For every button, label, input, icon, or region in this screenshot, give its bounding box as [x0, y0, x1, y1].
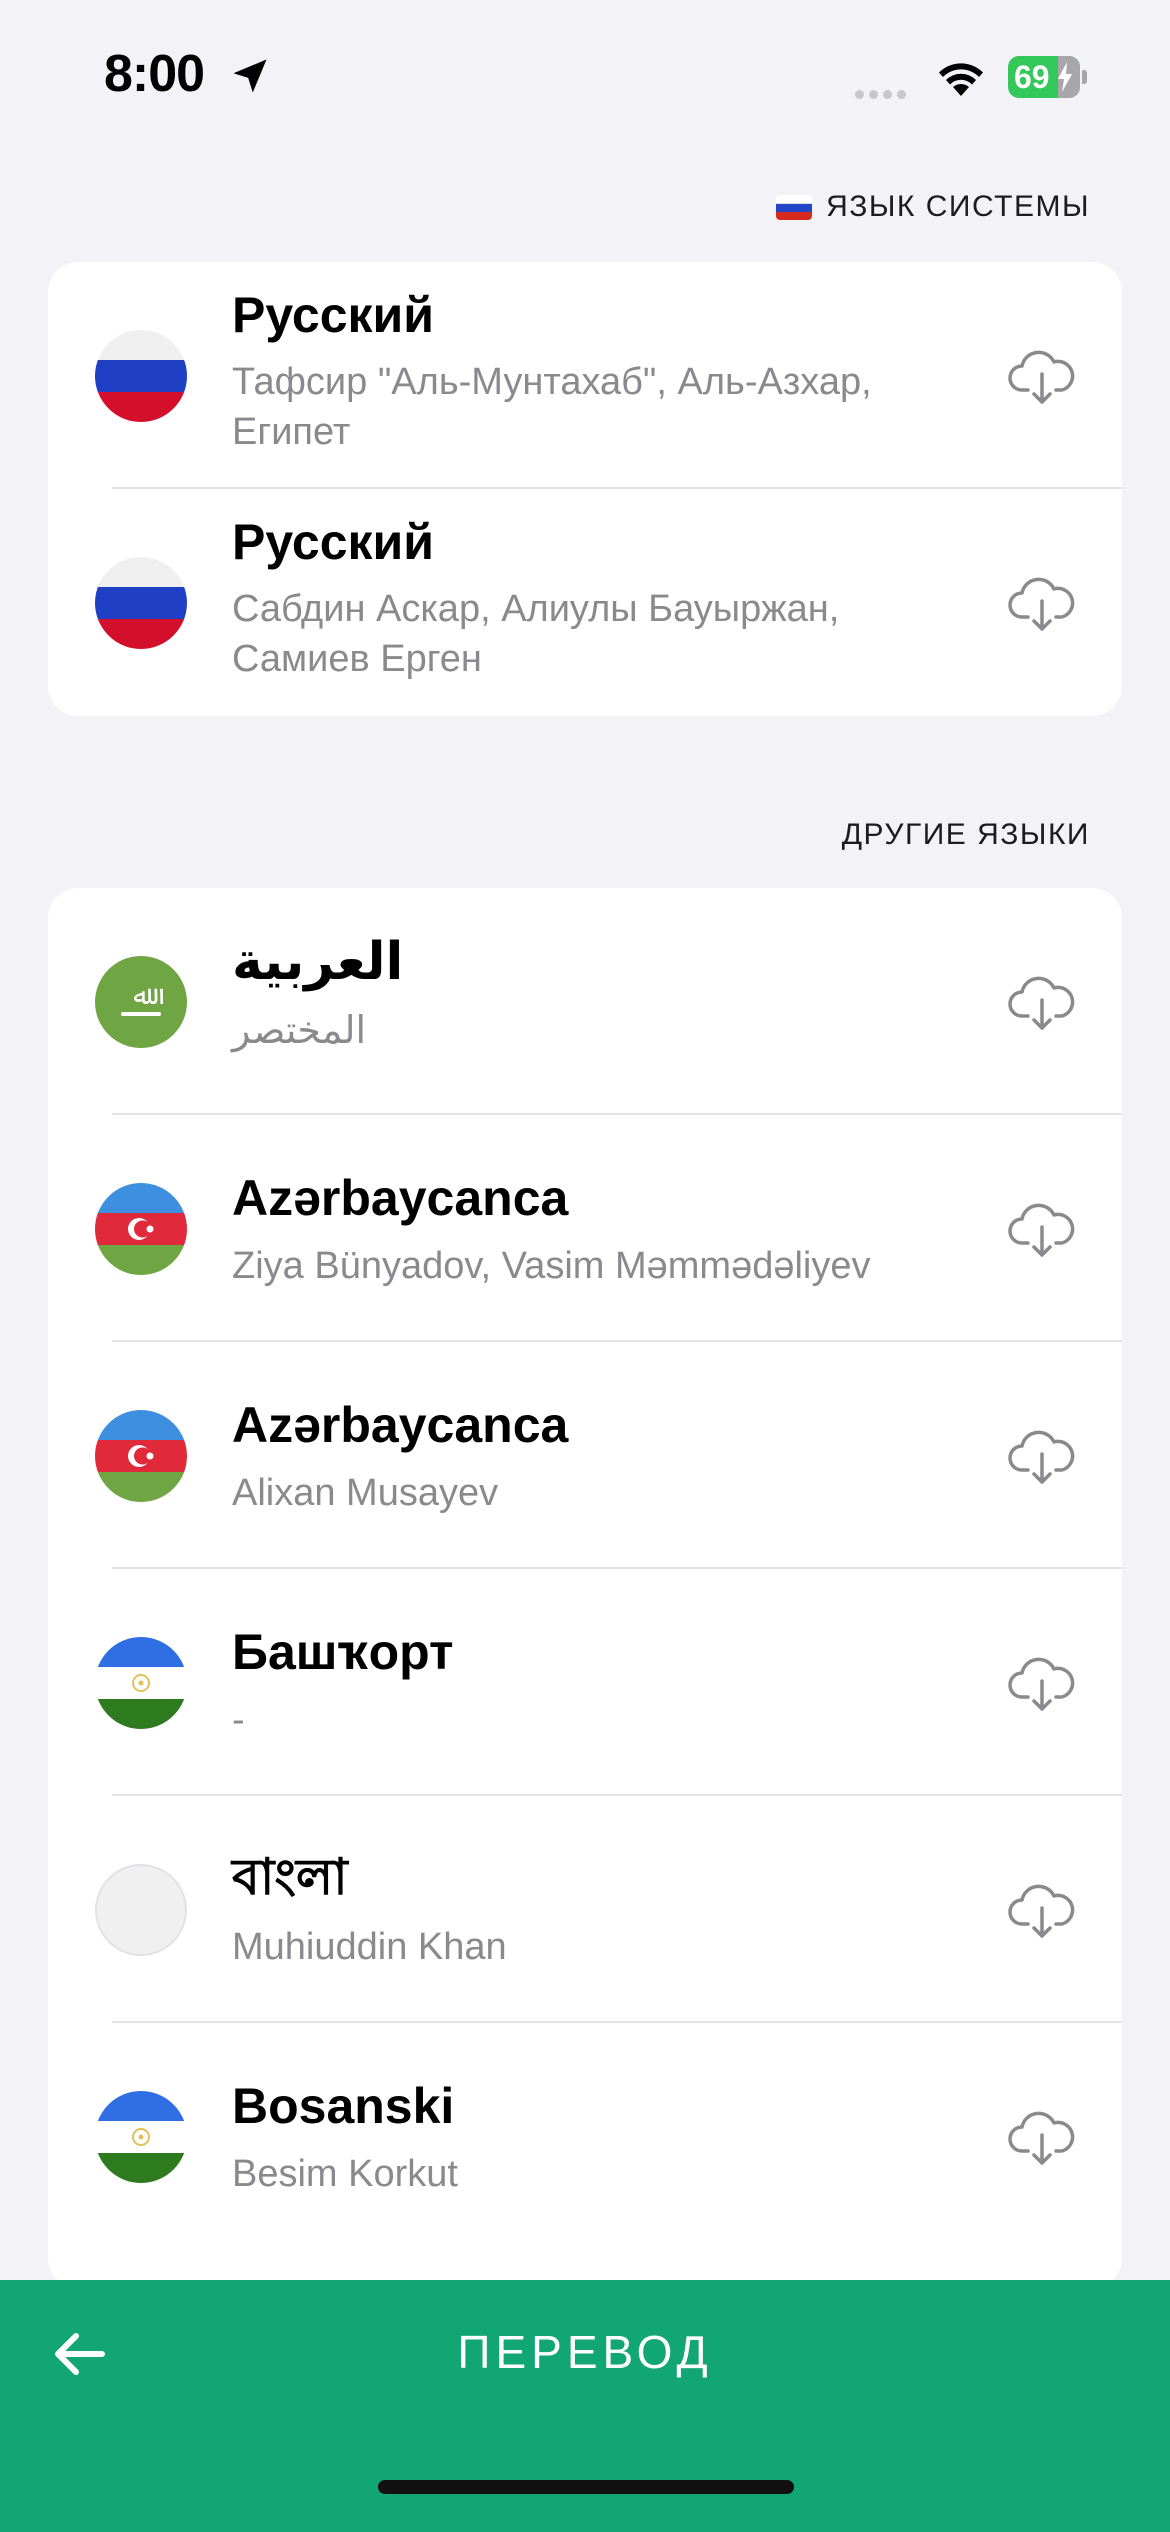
language-title: Русский	[232, 514, 435, 570]
language-title: Azərbaycanca	[232, 1170, 569, 1226]
kurai-flower-icon	[132, 2128, 150, 2146]
language-row[interactable]: Bosanski Besim Korkut	[48, 2023, 1122, 2250]
cloud-download-icon[interactable]	[1008, 1653, 1076, 1713]
other-languages-list: ﷲ العربية المختصر Azərbaycanca Ziya Büny…	[48, 888, 1122, 2288]
home-indicator[interactable]	[378, 2480, 794, 2494]
battery-level: 69	[1014, 59, 1050, 95]
language-title: Башҡорт	[232, 1624, 454, 1680]
translation-authors: Alixan Musayev	[232, 1472, 499, 1514]
translation-authors: -	[232, 1699, 245, 1741]
other-languages-label: ДРУГИЕ ЯЗЫКИ	[841, 818, 1090, 851]
crescent-star-icon	[128, 1218, 154, 1240]
az-flag-icon	[95, 1183, 187, 1275]
arabic-flag-icon: ﷲ	[95, 956, 187, 1048]
az-flag-icon	[95, 1410, 187, 1502]
system-language-list: Русский Тафсир "Аль-Мунтахаб", Аль-Азхар…	[48, 262, 1122, 716]
language-row[interactable]: Azərbaycanca Alixan Musayev	[48, 1342, 1122, 1569]
emblem-icon: ﷲ	[121, 981, 163, 1016]
ru-flag-icon	[95, 557, 187, 649]
bashkort-flag-icon	[95, 1637, 187, 1729]
system-language-label: ЯЗЫК СИСТЕМЫ	[826, 190, 1090, 223]
blank-flag-icon	[95, 1864, 187, 1956]
bashkort-flag-icon	[95, 2091, 187, 2183]
cloud-download-icon[interactable]	[1008, 1880, 1076, 1940]
cloud-download-icon[interactable]	[1008, 1426, 1076, 1486]
system-language-header: ЯЗЫК СИСТЕМЫ	[776, 190, 1090, 224]
other-languages-header: ДРУГИЕ ЯЗЫКИ	[842, 818, 1090, 852]
status-bar: 8:00 69	[0, 0, 1170, 150]
battery-charging-icon: 69	[1008, 56, 1080, 98]
battery-cap	[1082, 70, 1087, 84]
language-row[interactable]: বাংলা Muhiuddin Khan	[48, 1796, 1122, 2023]
language-row[interactable]: ﷲ العربية المختصر	[48, 888, 1122, 1115]
cellular-signal-icon	[855, 86, 911, 104]
language-row[interactable]: Русский Сабдин Аскар, Алиулы Бауыржан, С…	[48, 489, 1122, 716]
battery-body: 69	[1008, 56, 1080, 98]
ru-flag-icon	[776, 194, 813, 220]
translation-authors: Besim Korkut	[232, 2153, 458, 2195]
translation-authors: المختصر	[232, 1010, 367, 1052]
wifi-icon	[939, 63, 983, 96]
svg-text:ﷲ: ﷲ	[133, 981, 163, 1011]
crescent-star-icon	[128, 1445, 154, 1467]
translation-authors: Тафсир "Аль-Мунтахаб", Аль-Азхар, Египет	[232, 361, 872, 453]
cloud-download-icon[interactable]	[1008, 972, 1076, 1032]
kurai-flower-icon	[132, 1674, 150, 1692]
ru-flag-icon	[95, 330, 187, 422]
bottom-nav-bar: ПЕРЕВОД	[0, 2280, 1170, 2532]
language-title: Bosanski	[232, 2078, 455, 2134]
location-arrow-icon	[233, 59, 267, 93]
language-title: العربية	[232, 933, 404, 991]
status-time: 8:00	[104, 45, 205, 103]
cloud-download-icon[interactable]	[1008, 573, 1076, 633]
language-title: Azərbaycanca	[232, 1397, 569, 1453]
cloud-download-icon[interactable]	[1008, 346, 1076, 406]
page-title: ПЕРЕВОД	[457, 2326, 713, 2378]
bolt-icon	[1058, 62, 1072, 92]
translation-authors: Сабдин Аскар, Алиулы Бауыржан, Самиев Ер…	[232, 588, 840, 680]
language-row[interactable]: Башҡорт -	[48, 1569, 1122, 1796]
cloud-download-icon[interactable]	[1008, 2107, 1076, 2167]
translation-authors: Muhiuddin Khan	[232, 1926, 507, 1968]
language-title: Русский	[232, 287, 435, 343]
language-title: বাংলা	[232, 1849, 348, 1905]
translation-authors: Ziya Bünyadov, Vasim Məmmədəliyev	[232, 1245, 871, 1287]
language-row[interactable]: Русский Тафсир "Аль-Мунтахаб", Аль-Азхар…	[48, 262, 1122, 489]
cloud-download-icon[interactable]	[1008, 1199, 1076, 1259]
language-row[interactable]: Azərbaycanca Ziya Bünyadov, Vasim Məmməd…	[48, 1115, 1122, 1342]
